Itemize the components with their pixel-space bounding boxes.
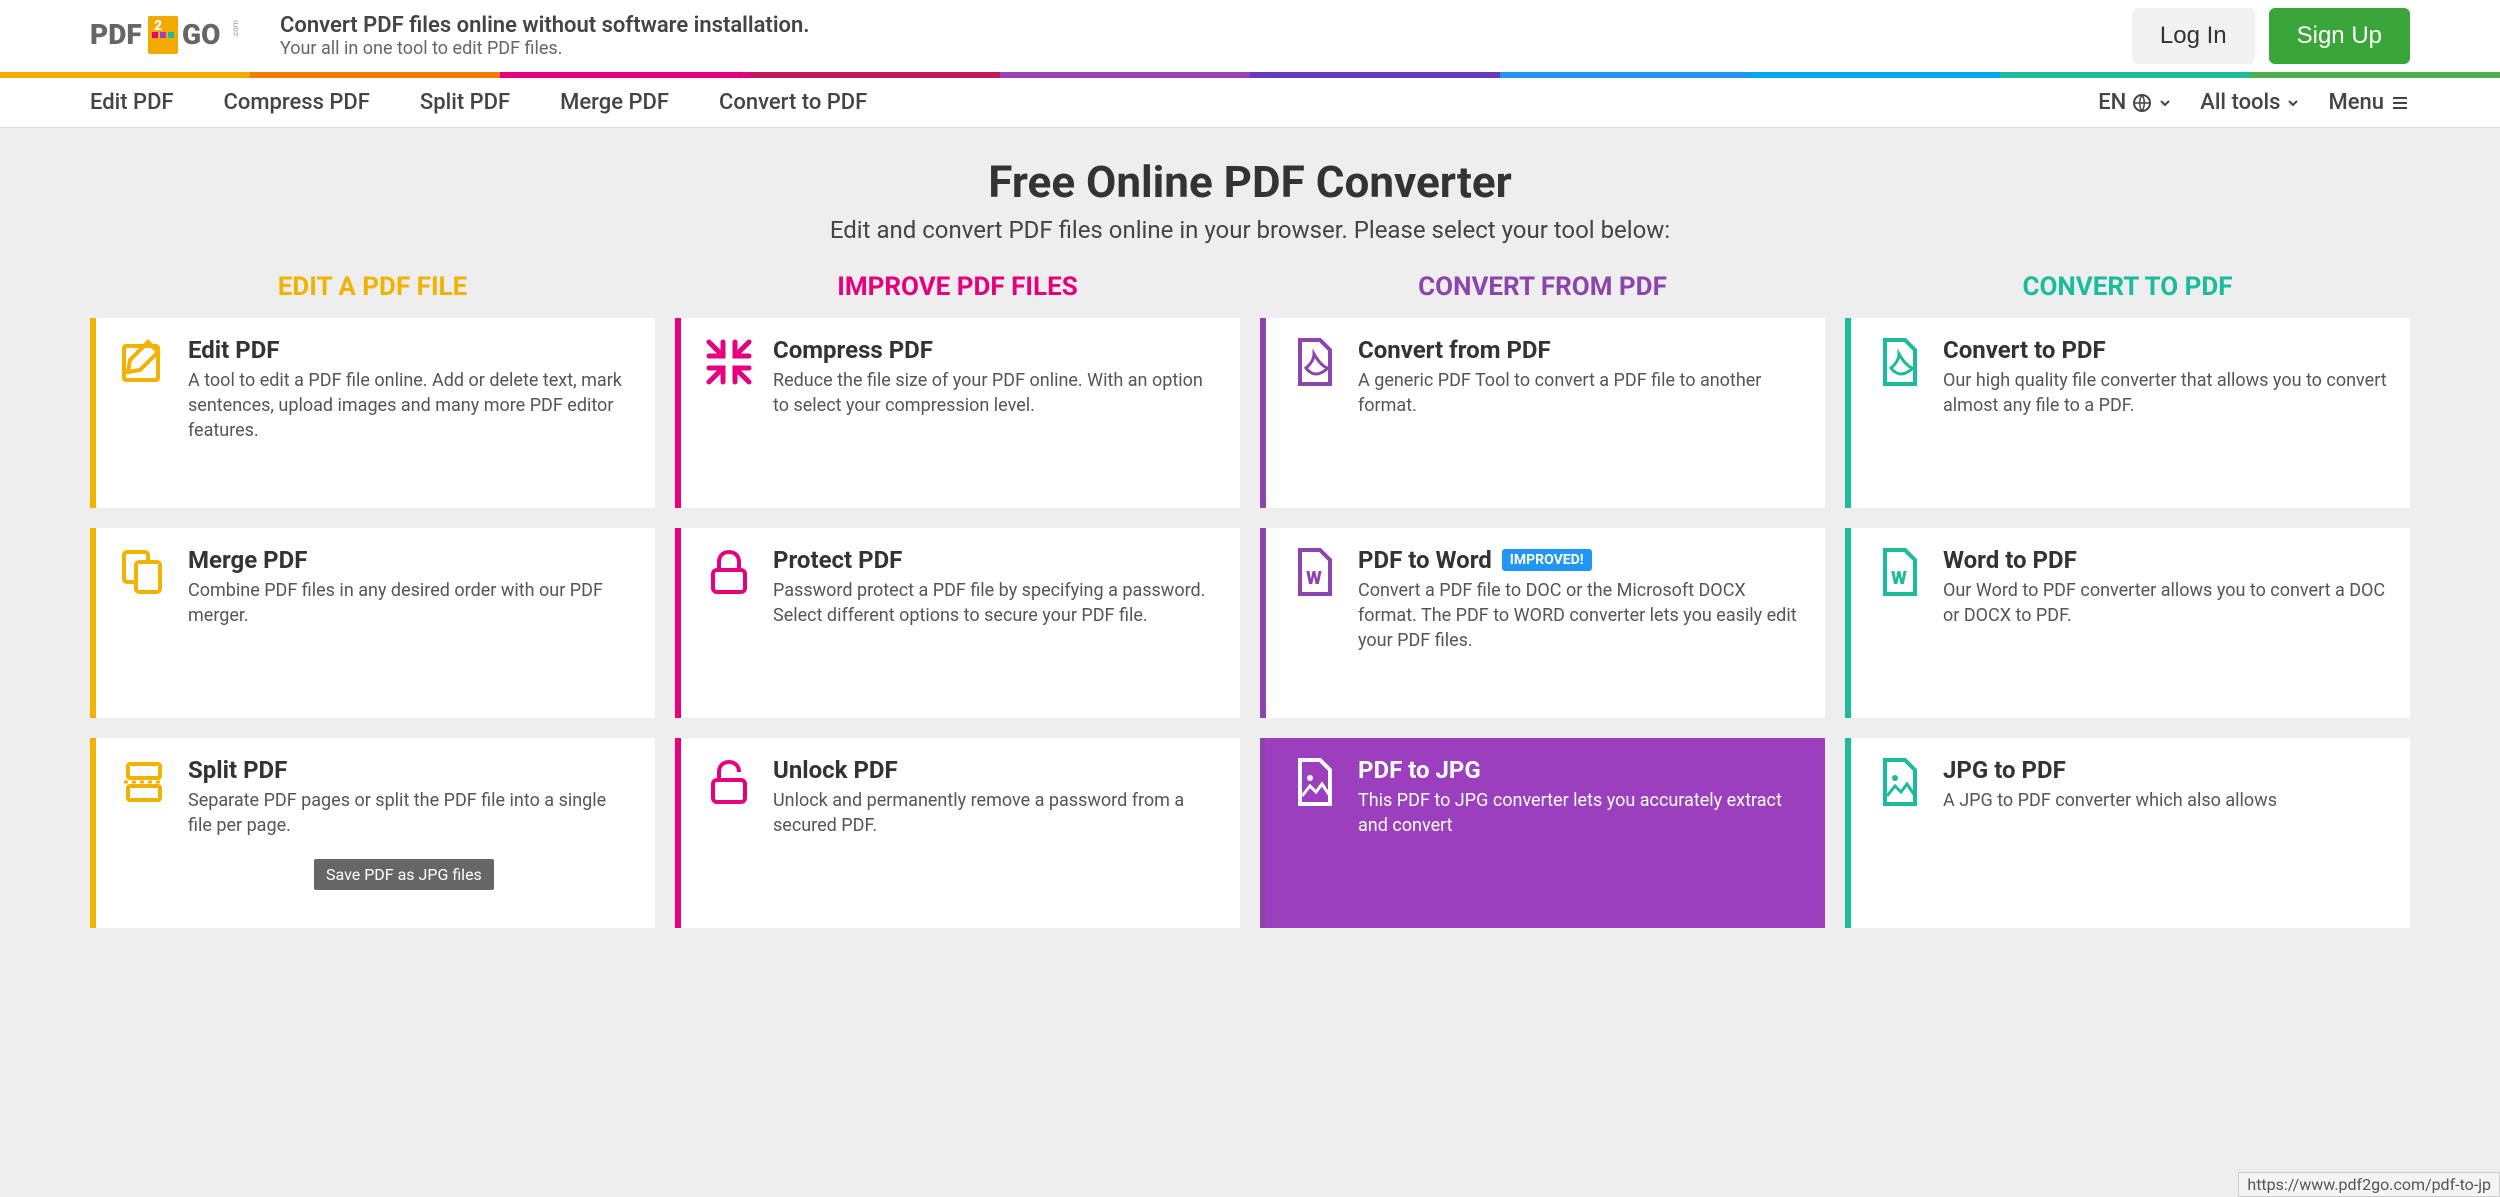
login-button[interactable]: Log In [2132, 8, 2255, 64]
tool-card[interactable]: Merge PDF Combine PDF files in any desir… [90, 528, 655, 718]
card-title: Convert to PDF [1943, 336, 2388, 364]
tagline-title: Convert PDF files online without softwar… [280, 13, 810, 38]
logo[interactable]: PDF 2 GO .com [90, 14, 260, 58]
tool-card[interactable]: W Word to PDF Our Word to PDF converter … [1845, 528, 2410, 718]
tooltip: Save PDF as JPG files [314, 859, 494, 890]
menu-label: Menu [2328, 90, 2384, 115]
card-title: Compress PDF [773, 336, 1218, 364]
tool-card[interactable]: Split PDF Separate PDF pages or split th… [90, 738, 655, 928]
card-description: Our Word to PDF converter allows you to … [1943, 578, 2388, 628]
card-description: This PDF to JPG converter lets you accur… [1358, 788, 1803, 838]
pdf-icon [1873, 336, 1925, 490]
split-icon [118, 756, 170, 910]
nav-item[interactable]: Compress PDF [224, 90, 370, 115]
signup-button[interactable]: Sign Up [2269, 8, 2410, 64]
image-icon [1288, 756, 1340, 910]
menu-button[interactable]: Menu [2328, 90, 2410, 115]
card-title: Convert from PDF [1358, 336, 1803, 364]
card-description: Unlock and permanently remove a password… [773, 788, 1218, 838]
nav-item[interactable]: Convert to PDF [719, 90, 867, 115]
card-title: JPG to PDF [1943, 756, 2277, 784]
word-icon: W [1873, 546, 1925, 700]
card-title: Edit PDF [188, 336, 633, 364]
card-description: Convert a PDF file to DOC or the Microso… [1358, 578, 1803, 654]
nav-item[interactable]: Split PDF [420, 90, 510, 115]
tool-card[interactable]: W PDF to WordIMPROVED! Convert a PDF fil… [1260, 528, 1825, 718]
chevron-down-icon [2286, 96, 2300, 110]
language-selector[interactable]: EN [2098, 90, 2172, 115]
tool-card[interactable]: Edit PDF A tool to edit a PDF file onlin… [90, 318, 655, 508]
page-subtitle: Edit and convert PDF files online in you… [90, 216, 2410, 244]
all-tools-dropdown[interactable]: All tools [2200, 90, 2300, 115]
improved-badge: IMPROVED! [1502, 549, 1592, 571]
image-icon [1873, 756, 1925, 910]
card-description: A generic PDF Tool to convert a PDF file… [1358, 368, 1803, 418]
word-icon: W [1288, 546, 1340, 700]
card-description: Reduce the file size of your PDF online.… [773, 368, 1218, 418]
card-description: Our high quality file converter that all… [1943, 368, 2388, 418]
all-tools-label: All tools [2200, 90, 2280, 115]
svg-text:.com: .com [231, 20, 240, 38]
svg-text:2: 2 [154, 18, 162, 34]
tool-card[interactable]: Convert to PDF Our high quality file con… [1845, 318, 2410, 508]
card-title: PDF to WordIMPROVED! [1358, 546, 1803, 574]
language-label: EN [2098, 90, 2126, 115]
rainbow-divider [0, 72, 2500, 78]
tool-card[interactable]: PDF to JPG This PDF to JPG converter let… [1260, 738, 1825, 928]
header: PDF 2 GO .com Convert PDF files online w… [0, 0, 2500, 72]
logo-icon: PDF 2 GO .com [90, 14, 260, 58]
card-description: Password protect a PDF file by specifyin… [773, 578, 1218, 628]
svg-text:W: W [1891, 568, 1907, 589]
column-header: CONVERT FROM PDF [1260, 272, 1825, 302]
svg-text:W: W [1306, 568, 1322, 589]
tool-card[interactable]: Protect PDF Password protect a PDF file … [675, 528, 1240, 718]
tagline: Convert PDF files online without softwar… [280, 13, 810, 59]
merge-icon [118, 546, 170, 700]
chevron-down-icon [2158, 96, 2172, 110]
card-title: Word to PDF [1943, 546, 2388, 574]
card-title: PDF to JPG [1358, 756, 1803, 784]
svg-text:PDF: PDF [90, 18, 142, 51]
unlock-icon [703, 756, 755, 910]
card-title: Merge PDF [188, 546, 633, 574]
card-description: A JPG to PDF converter which also allows [1943, 788, 2277, 813]
status-url: https://www.pdf2go.com/pdf-to-jp [2238, 1172, 2500, 1197]
column-header: EDIT A PDF FILE [90, 272, 655, 302]
card-title: Split PDF [188, 756, 633, 784]
svg-text:GO: GO [182, 18, 220, 51]
column-header: CONVERT TO PDF [1845, 272, 2410, 302]
pdf-icon [1288, 336, 1340, 490]
nav-item[interactable]: Edit PDF [90, 90, 174, 115]
tool-card[interactable]: Convert from PDF A generic PDF Tool to c… [1260, 318, 1825, 508]
tool-card[interactable]: JPG to PDF A JPG to PDF converter which … [1845, 738, 2410, 928]
page-title: Free Online PDF Converter [90, 156, 2410, 208]
nav: Edit PDF Compress PDF Split PDF Merge PDF Co… [0, 78, 2500, 128]
compress-icon [703, 336, 755, 490]
tool-card[interactable]: Unlock PDF Unlock and permanently remove… [675, 738, 1240, 928]
hamburger-icon [2390, 93, 2410, 113]
card-title: Protect PDF [773, 546, 1218, 574]
card-title: Unlock PDF [773, 756, 1218, 784]
column-header: IMPROVE PDF FILES [675, 272, 1240, 302]
card-description: Combine PDF files in any desired order w… [188, 578, 633, 628]
edit-icon [118, 336, 170, 490]
card-description: Separate PDF pages or split the PDF file… [188, 788, 633, 838]
tool-card[interactable]: Compress PDF Reduce the file size of you… [675, 318, 1240, 508]
globe-icon [2132, 93, 2152, 113]
lock-icon [703, 546, 755, 700]
card-description: A tool to edit a PDF file online. Add or… [188, 368, 633, 444]
nav-item[interactable]: Merge PDF [560, 90, 669, 115]
tagline-sub: Your all in one tool to edit PDF files. [280, 38, 810, 59]
